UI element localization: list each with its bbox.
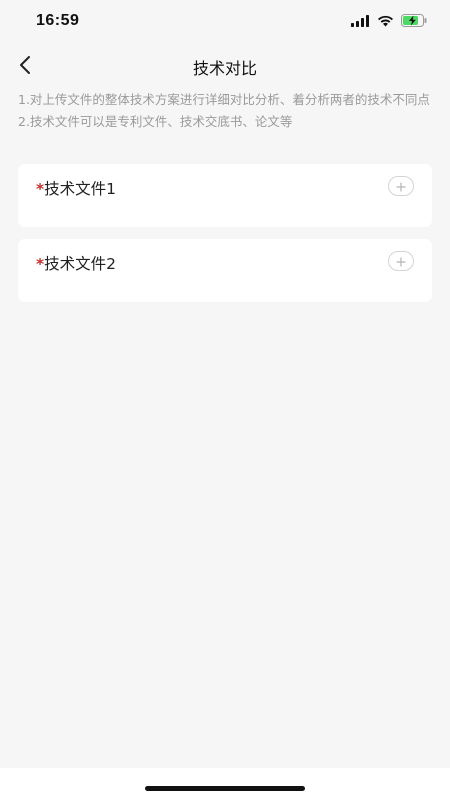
required-mark: * [36,255,45,273]
file-label-text: 技术文件2 [44,255,116,273]
status-bar: 16:59 [0,0,450,44]
file-label-text: 技术文件1 [44,180,116,198]
required-mark: * [36,180,45,198]
file-label-2: *技术文件2 [36,252,116,274]
instruction-line-1: 1.对上传文件的整体技术方案进行详细对比分析、着分析两者的技术不同点 [18,92,430,107]
page-title: 技术对比 [192,59,257,78]
signal-icon [351,14,370,27]
battery-charging-icon [401,14,428,27]
add-file-1-button[interactable] [388,176,414,196]
home-indicator[interactable] [145,786,305,791]
nav-bar: 技术对比 [0,44,450,88]
file-label-1: *技术文件1 [36,177,116,199]
bottom-bar [0,768,450,800]
plus-icon [396,252,406,271]
add-file-2-button[interactable] [388,251,414,271]
status-time: 16:59 [36,12,80,29]
status-icons [351,14,428,27]
plus-icon [396,177,406,196]
wifi-icon [377,15,394,27]
file-upload-card-2: *技术文件2 [18,239,432,302]
instructions: 1.对上传文件的整体技术方案进行详细对比分析、着分析两者的技术不同点 2.技术文… [18,90,432,131]
instruction-line-2: 2.技术文件可以是专利文件、技术交底书、论文等 [18,114,293,129]
file-upload-card-1: *技术文件1 [18,164,432,227]
